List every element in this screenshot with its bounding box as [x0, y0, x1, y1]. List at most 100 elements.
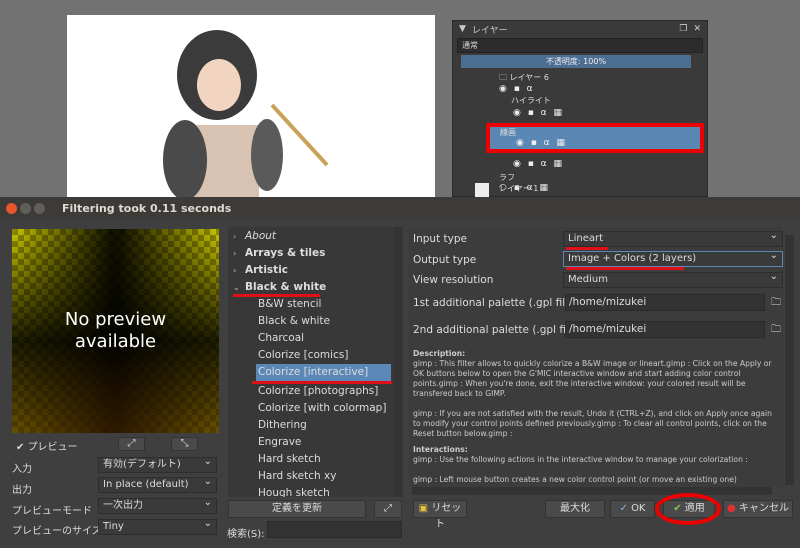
- output-type-value: Image + Colors (2 layers): [568, 253, 697, 264]
- collapse-icon[interactable]: ▼: [459, 24, 466, 34]
- filter-item[interactable]: Colorize [with colormap]: [258, 400, 386, 417]
- palette1-field[interactable]: /home/mizukei: [565, 294, 765, 311]
- folder-icon[interactable]: 🗀: [771, 322, 781, 339]
- cancel-label: キャンセル: [738, 503, 789, 514]
- ok-button[interactable]: ✓ OK: [610, 500, 655, 518]
- expand-icon[interactable]: ›: [233, 228, 236, 245]
- category-about[interactable]: › About: [233, 228, 276, 245]
- filter-parameters: Input type Lineart Output type Image + C…: [409, 227, 783, 487]
- input-type-value: Lineart: [568, 233, 603, 244]
- close-icon[interactable]: ✕: [693, 24, 701, 34]
- search-label: 検索(S):: [227, 529, 265, 540]
- close-window-icon[interactable]: [6, 202, 17, 214]
- layer-item[interactable]: ラフ: [499, 172, 515, 183]
- input-select[interactable]: 有効(デフォルト): [98, 455, 217, 473]
- preview-checkbox-label: プレビュー: [27, 442, 78, 453]
- zoom-in-button[interactable]: ⤢: [118, 437, 145, 451]
- interactions-heading: Interactions:: [413, 445, 468, 454]
- layer-icons: ◉ ▪ α ▦: [513, 159, 564, 169]
- view-resolution-value: Medium: [568, 274, 608, 285]
- input-type-select[interactable]: Lineart: [563, 229, 783, 247]
- maximize-window-icon[interactable]: [34, 202, 45, 214]
- output-select[interactable]: In place (default): [98, 475, 217, 493]
- reset-icon: ▣: [418, 503, 429, 514]
- preview-mode-value: 一次出力: [103, 500, 143, 511]
- category-label: Artistic: [245, 264, 289, 276]
- description-heading: Description:: [413, 349, 466, 358]
- palette2-label: 2nd additional palette (.gpl file): [413, 324, 580, 336]
- preview-message: No preview: [64, 309, 167, 330]
- filter-item[interactable]: Hard sketch: [258, 451, 321, 468]
- preview-size-label: プレビューのサイズ: [12, 526, 102, 537]
- filter-item[interactable]: Colorize [comics]: [258, 347, 348, 364]
- description-text: gimp : If you are not satisfied with the…: [413, 409, 772, 438]
- category-label: Arrays & tiles: [245, 247, 326, 259]
- description-text: gimp : This filter allows to quickly col…: [413, 359, 772, 398]
- search-input[interactable]: [267, 521, 402, 538]
- layer-icons: ◉ ▪ α: [499, 84, 535, 94]
- filter-item[interactable]: Engrave: [258, 434, 301, 451]
- title-bar: Filtering took 0.11 seconds: [0, 197, 800, 219]
- input-type-label: Input type: [413, 233, 467, 245]
- update-filters-button[interactable]: 定義を更新: [228, 500, 366, 518]
- palette2-field[interactable]: /home/mizukei: [565, 321, 765, 338]
- palette1-label: 1st additional palette (.gpl file): [413, 297, 576, 309]
- output-value: In place (default): [103, 479, 189, 490]
- output-type-select[interactable]: Image + Colors (2 layers): [563, 249, 783, 267]
- layer-icons: ◉ ▪ α ▦: [516, 138, 567, 148]
- input-value: 有効(デフォルト): [103, 459, 181, 470]
- layer-item[interactable]: ハイライト: [511, 95, 551, 106]
- ok-label: OK: [631, 503, 646, 514]
- filter-item[interactable]: Colorize [photographs]: [258, 383, 378, 400]
- layer-name: 線画: [500, 128, 516, 137]
- preview-mode-select[interactable]: 一次出力: [98, 496, 217, 514]
- filter-item[interactable]: Hough sketch: [258, 485, 330, 497]
- filter-item[interactable]: Hard sketch xy: [258, 468, 336, 485]
- expand-tree-button[interactable]: ⤢: [374, 500, 402, 518]
- minimize-window-icon[interactable]: [20, 202, 31, 214]
- float-icon[interactable]: ❐: [679, 24, 687, 34]
- input-label: 入力: [12, 464, 32, 475]
- interactions-text: gimp : Left mouse button creates a new c…: [413, 475, 737, 484]
- expand-icon[interactable]: ›: [233, 262, 236, 279]
- preview-size-select[interactable]: Tiny: [98, 517, 217, 535]
- blend-mode-select[interactable]: 通常: [457, 38, 703, 53]
- view-resolution-select[interactable]: Medium: [563, 270, 783, 288]
- output-type-label: Output type: [413, 254, 477, 266]
- preview-size-value: Tiny: [103, 521, 124, 532]
- preview-pane[interactable]: No preview available: [12, 229, 219, 433]
- params-horizontal-scrollbar[interactable]: [412, 487, 772, 495]
- filter-tree[interactable]: › About › Arrays & tiles › Artistic ⌄ Black …: [228, 227, 403, 497]
- maximize-button[interactable]: 最大化: [545, 500, 605, 518]
- filter-description: Description: gimp : This filter allows t…: [413, 349, 779, 485]
- layer-item-selected[interactable]: 線画 ◉ ▪ α ▦: [486, 123, 704, 153]
- cancel-icon: ●: [727, 503, 736, 514]
- category-arrays[interactable]: › Arrays & tiles: [233, 245, 326, 262]
- layers-panel: ▼ レイヤー ❐ ✕ 通常 不透明度: 100% 🗀 レイヤー 6 ◉ ▪ α ハイラ…: [452, 20, 708, 197]
- zoom-out-button[interactable]: ⤡: [171, 437, 198, 451]
- filter-item[interactable]: B&W stencil: [258, 296, 321, 313]
- opacity-slider[interactable]: 不透明度: 100%: [461, 55, 691, 68]
- tree-scrollbar[interactable]: [394, 227, 402, 497]
- preview-mode-label: プレビューモード: [12, 506, 92, 517]
- highlight-circle: [655, 493, 721, 525]
- output-label: 出力: [12, 485, 32, 496]
- filter-item[interactable]: Dithering: [258, 417, 307, 434]
- folder-icon[interactable]: 🗀: [771, 295, 781, 312]
- reset-button[interactable]: ▣ リセット: [413, 500, 467, 530]
- filter-item-selected[interactable]: Colorize [interactive]: [256, 364, 391, 381]
- filter-item[interactable]: Black & white: [258, 313, 330, 330]
- cancel-button[interactable]: ● キャンセル: [723, 500, 793, 518]
- layer-name: レイヤー 6: [509, 73, 549, 82]
- params-scrollbar[interactable]: [785, 235, 794, 485]
- artwork-illustration: [163, 30, 329, 197]
- view-resolution-label: View resolution: [413, 274, 494, 286]
- image-canvas[interactable]: [67, 15, 435, 197]
- layer-item[interactable]: レイヤー 1: [499, 183, 538, 194]
- expand-icon[interactable]: ›: [233, 245, 236, 262]
- filter-item[interactable]: Charcoal: [258, 330, 304, 347]
- blend-mode-value: 通常: [462, 41, 478, 50]
- category-artistic[interactable]: › Artistic: [233, 262, 289, 279]
- check-icon: ✓: [619, 503, 628, 514]
- preview-checkbox[interactable]: ✔ プレビュー: [16, 438, 78, 453]
